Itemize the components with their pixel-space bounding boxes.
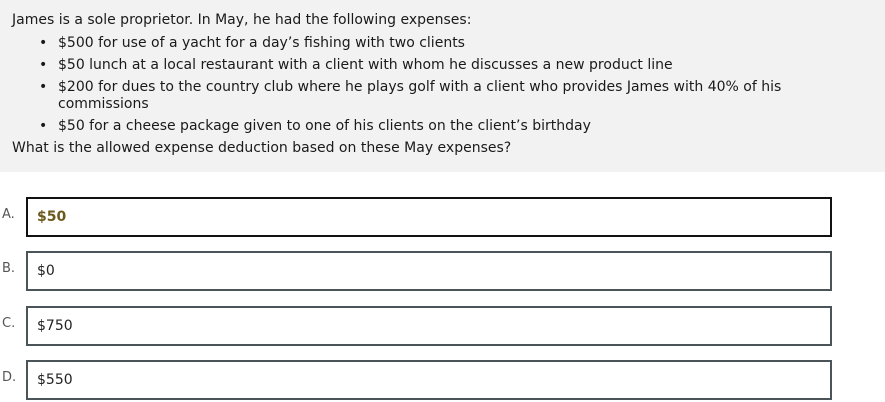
option-letter: D. <box>2 370 17 385</box>
question-prompt: What is the allowed expense deduction ba… <box>12 140 512 156</box>
bullet-icon: • <box>39 35 48 51</box>
expense-list: • $500 for use of a yacht for a day’s fis… <box>12 35 873 135</box>
option-letter: C. <box>2 316 16 331</box>
expense-text: $500 for use of a yacht for a day’s fish… <box>58 35 465 51</box>
bullet-icon: • <box>39 57 48 73</box>
question-panel: James is a sole proprietor. In May, he h… <box>0 0 885 172</box>
answer-option-d-button[interactable]: $550 <box>26 360 832 400</box>
bullet-icon: • <box>39 79 48 95</box>
expense-text: $50 lunch at a local restaurant with a c… <box>58 57 673 73</box>
expense-text: $200 for dues to the country club where … <box>58 79 782 112</box>
option-c: C. $750 <box>0 306 885 348</box>
answer-text: $50 <box>37 209 67 225</box>
option-letter: B. <box>2 261 16 276</box>
answer-text: $550 <box>37 372 73 388</box>
answer-option-a-button[interactable]: $50 <box>26 197 832 237</box>
option-b: B. $0 <box>0 251 885 293</box>
list-item: • $50 for a cheese package given to one o… <box>39 118 873 135</box>
list-item: • $200 for dues to the country club where… <box>39 79 873 113</box>
list-item: • $50 lunch at a local restaurant with a … <box>39 57 873 74</box>
option-letter: A. <box>2 207 15 222</box>
option-d: D. $550 <box>0 360 885 402</box>
option-a: A. $50 <box>0 197 885 239</box>
answer-text: $750 <box>37 318 73 334</box>
answer-option-c-button[interactable]: $750 <box>26 306 832 346</box>
bullet-icon: • <box>39 118 48 134</box>
question-intro: James is a sole proprietor. In May, he h… <box>12 12 472 28</box>
list-item: • $500 for use of a yacht for a day’s fis… <box>39 35 873 52</box>
answer-option-b-button[interactable]: $0 <box>26 251 832 291</box>
answer-text: $0 <box>37 263 55 279</box>
expense-text: $50 for a cheese package given to one of… <box>58 118 591 134</box>
